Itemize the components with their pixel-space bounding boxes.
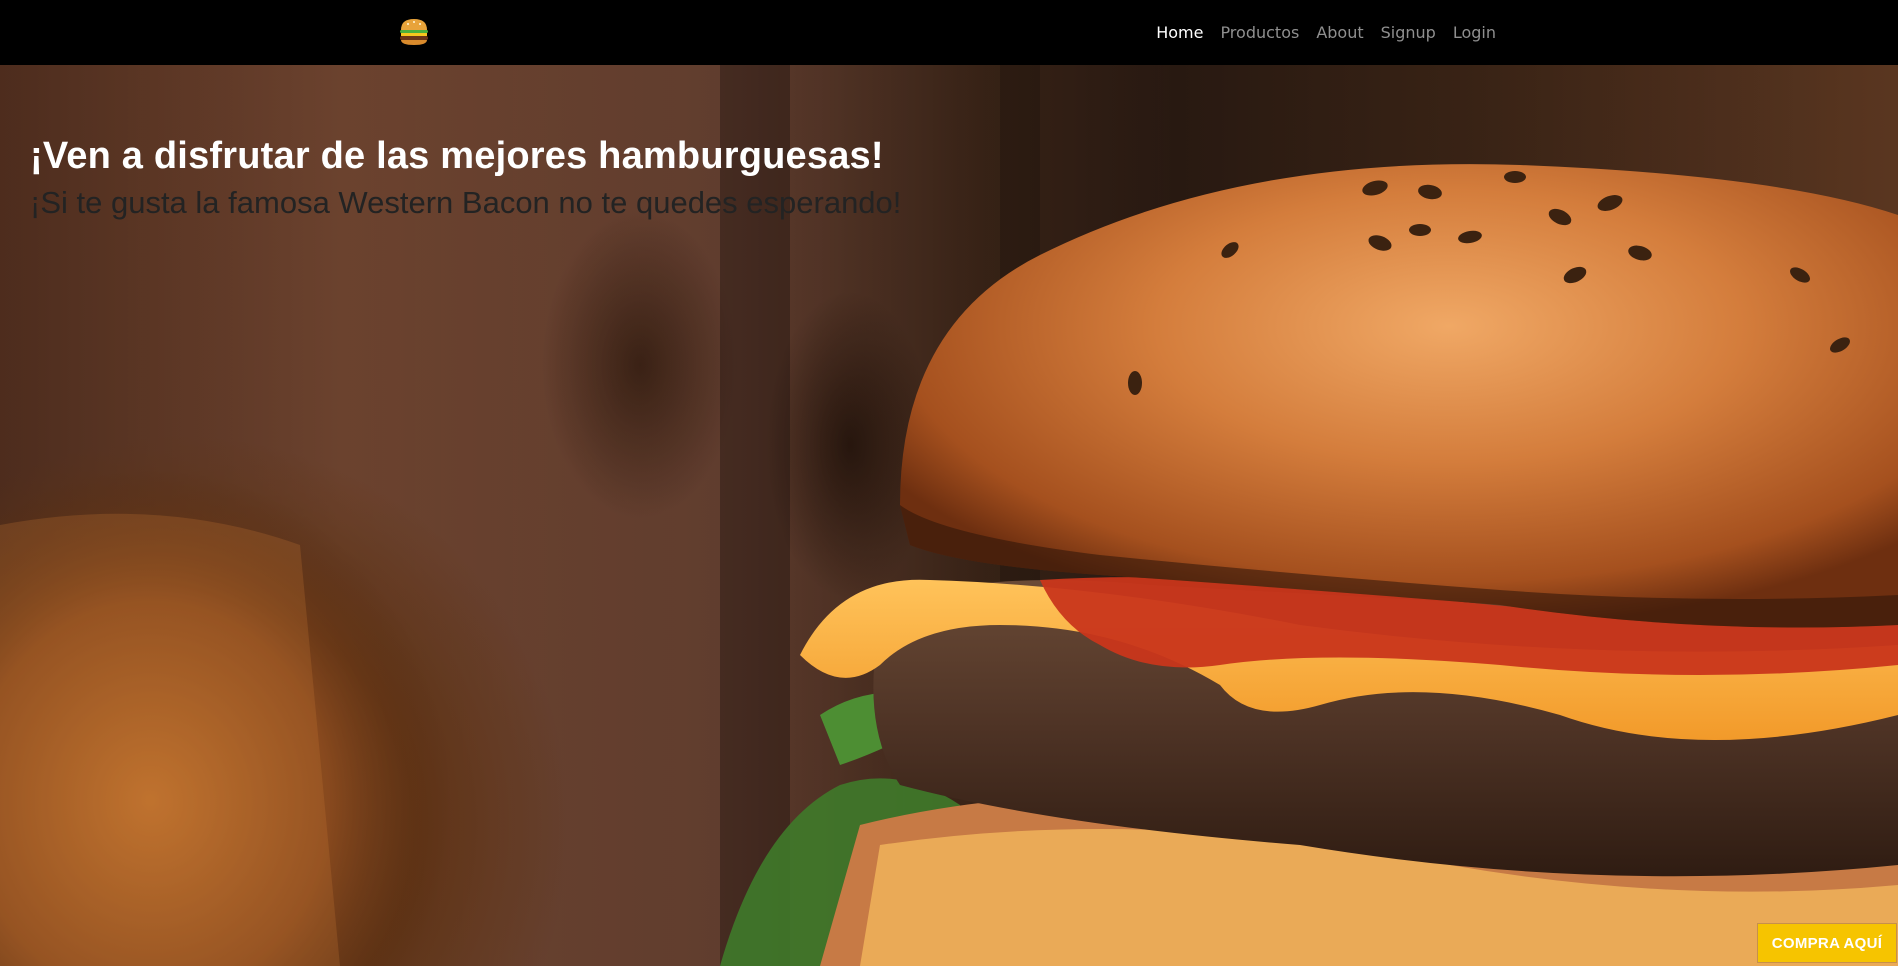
- hero-section: ¡Ven a disfrutar de las mejores hamburgu…: [0, 65, 1898, 966]
- nav-link-home[interactable]: Home: [1156, 23, 1203, 42]
- hero-title: ¡Ven a disfrutar de las mejores hamburgu…: [30, 135, 884, 177]
- buy-here-button[interactable]: COMPRA AQUÍ: [1758, 924, 1896, 962]
- nav-link-about[interactable]: About: [1316, 23, 1363, 42]
- hamburger-icon: [400, 19, 428, 45]
- nav-link-login[interactable]: Login: [1453, 23, 1496, 42]
- hero-subtitle: ¡Si te gusta la famosa Western Bacon no …: [30, 184, 902, 220]
- top-navbar: Home Productos About Signup Login: [0, 0, 1898, 65]
- brand-logo[interactable]: [398, 16, 430, 48]
- hero-text: ¡Ven a disfrutar de las mejores hamburgu…: [30, 133, 901, 223]
- nav-link-productos[interactable]: Productos: [1220, 23, 1299, 42]
- nav-link-signup[interactable]: Signup: [1381, 23, 1436, 42]
- nav-links: Home Productos About Signup Login: [1156, 0, 1496, 65]
